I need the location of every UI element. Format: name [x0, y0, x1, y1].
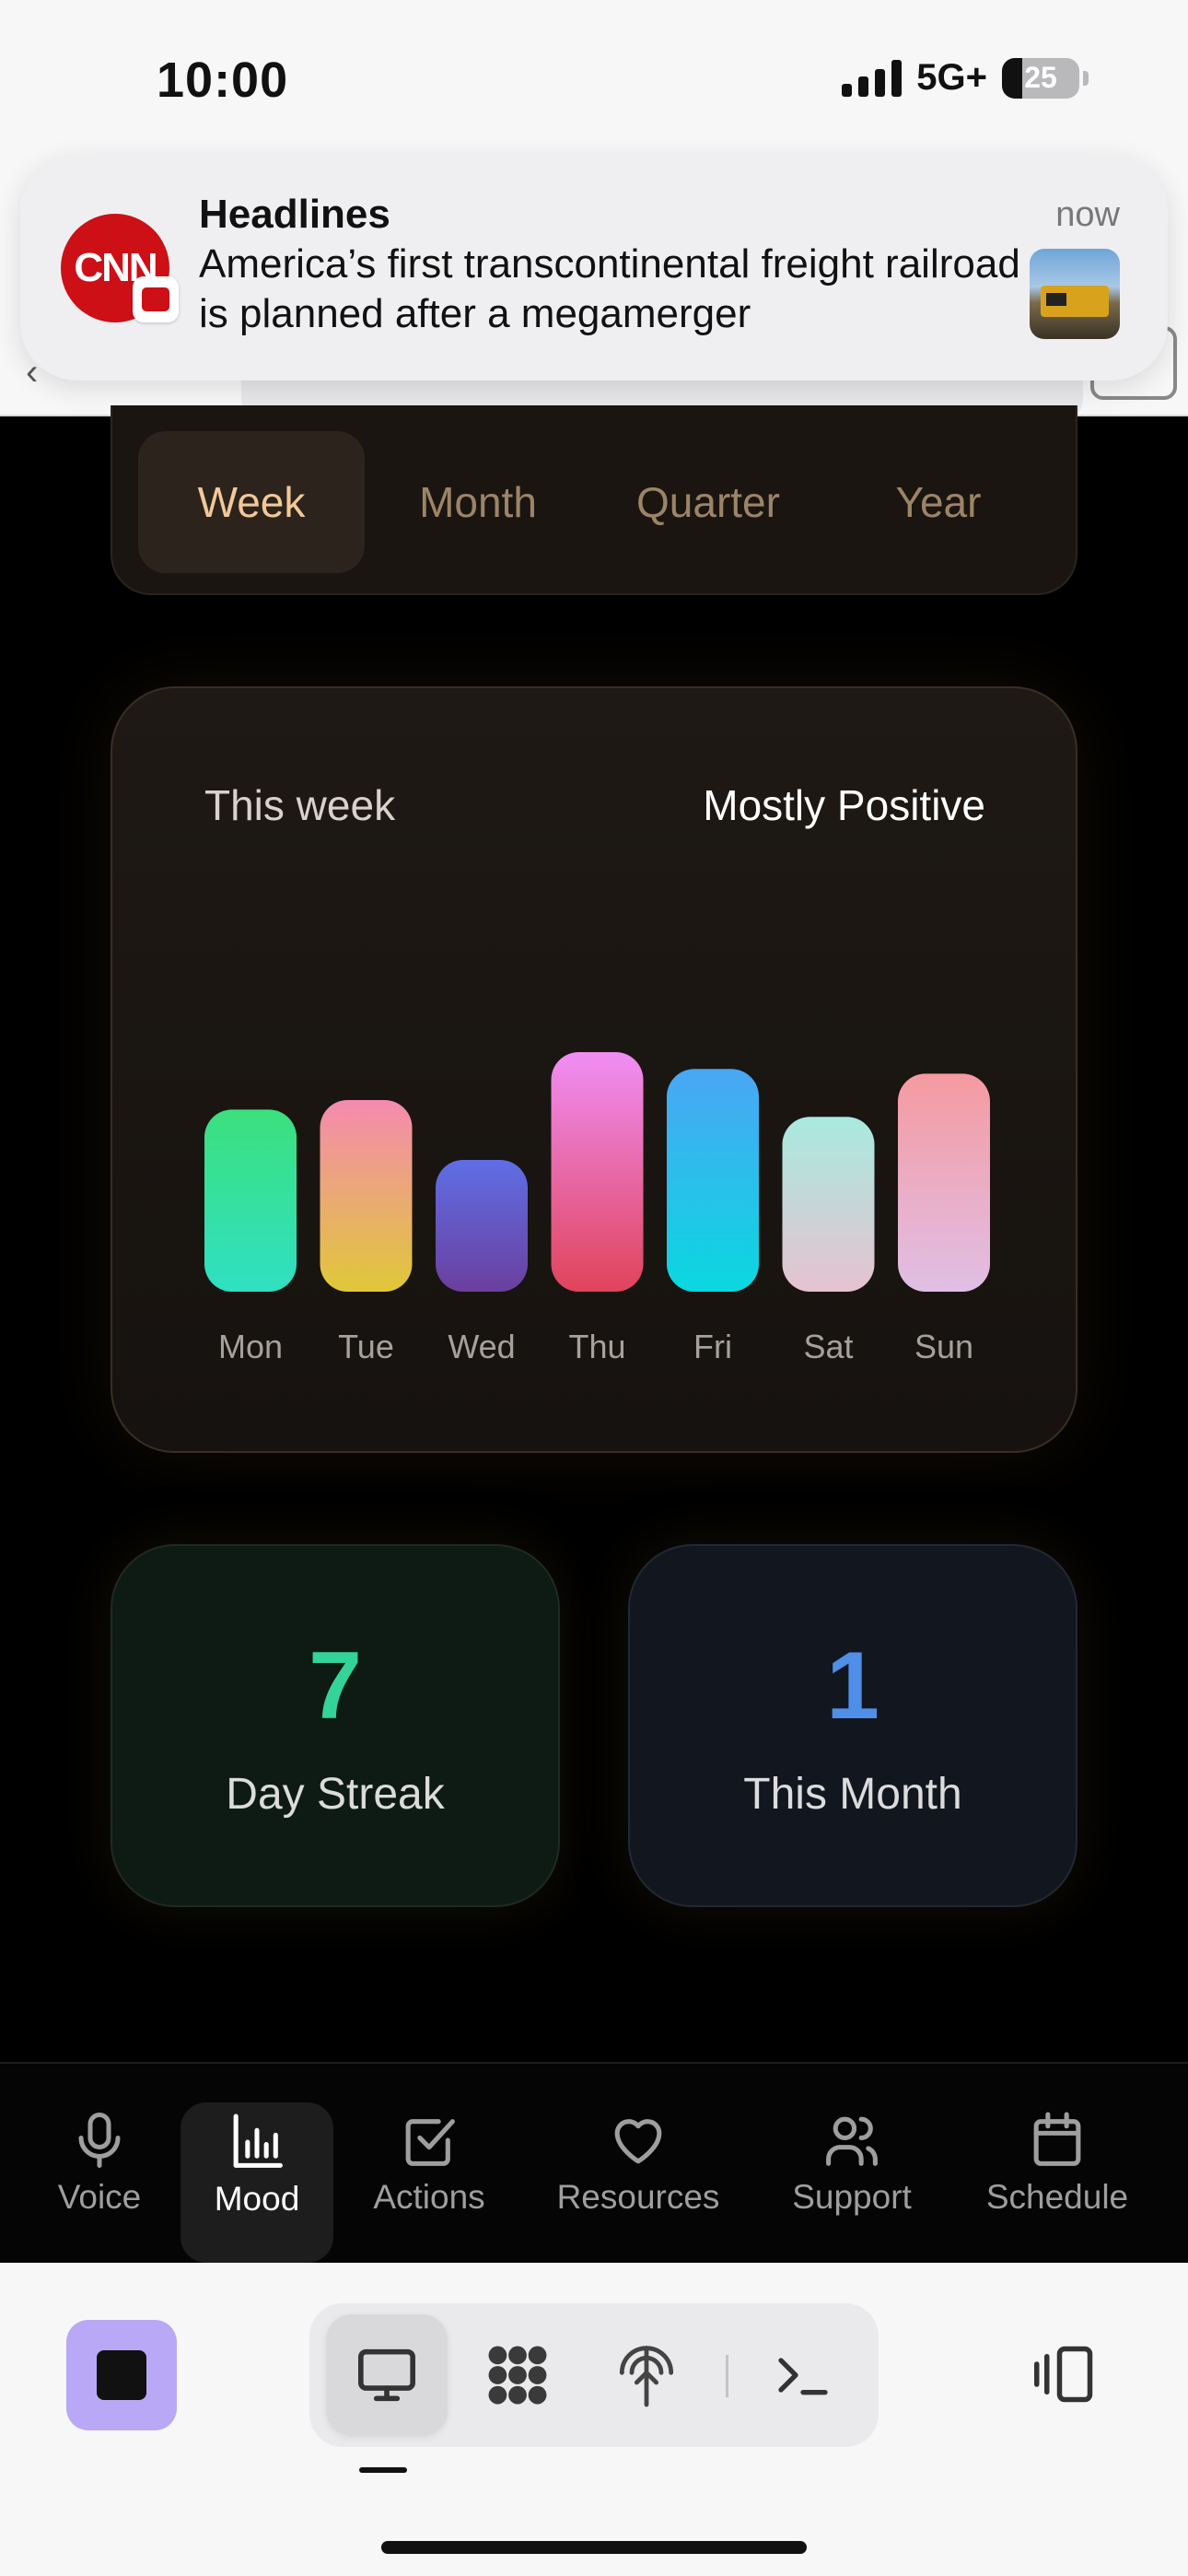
terminal-icon [778, 2358, 828, 2395]
battery-percent: 25 [1024, 61, 1057, 94]
day-label-wed: Wed [448, 1328, 515, 1365]
desktop-button[interactable] [326, 2314, 448, 2436]
battery-icon: 25 [1002, 57, 1079, 99]
tab-year[interactable]: Year [825, 431, 1052, 573]
network-button[interactable] [586, 2314, 707, 2436]
month-count-value: 1 [826, 1633, 879, 1739]
tab-actions[interactable]: Actions [355, 2101, 503, 2257]
mood-bar-sun[interactable] [898, 1073, 990, 1292]
stop-button[interactable] [66, 2320, 177, 2430]
mood-bar-chart: Mon Tue Wed Thu Fri Sat Sun [204, 1052, 990, 1365]
tab-label-mood: Mood [214, 2180, 300, 2218]
mood-bar-wed[interactable] [436, 1160, 528, 1292]
bar-chart-icon [233, 2113, 283, 2168]
cellular-signal-icon [842, 59, 903, 97]
day-label-sat: Sat [803, 1328, 853, 1365]
apps-button[interactable] [457, 2314, 578, 2436]
desktop-icon [358, 2348, 415, 2402]
checkbox-icon [405, 2119, 455, 2166]
stop-icon [97, 2350, 146, 2400]
users-icon [826, 2116, 878, 2166]
toolbar-divider [726, 2355, 728, 2397]
mood-bar-thu[interactable] [551, 1052, 644, 1292]
day-label-tue: Tue [338, 1328, 394, 1365]
battery-cap [1083, 70, 1089, 86]
sidebar-toggle-button[interactable] [1031, 2344, 1098, 2409]
mood-bar-fri[interactable] [667, 1069, 759, 1292]
streak-label: Day Streak [226, 1770, 445, 1819]
tab-label-schedule: Schedule [985, 2178, 1129, 2216]
streak-value: 7 [309, 1633, 362, 1739]
period-selector: Week Month Quarter Year [111, 405, 1077, 595]
active-tool-indicator [359, 2467, 407, 2473]
microphone-icon [78, 2113, 121, 2168]
day-label-sun: Sun [914, 1328, 973, 1365]
tab-label-actions: Actions [373, 2178, 485, 2216]
browser-bottom-toolbar [0, 2263, 1188, 2576]
tab-support[interactable]: Support [774, 2101, 930, 2257]
tab-week[interactable]: Week [138, 431, 365, 573]
mood-bar-sat[interactable] [782, 1117, 875, 1292]
mood-bar-tue[interactable] [320, 1100, 413, 1292]
tab-quarter[interactable]: Quarter [595, 431, 821, 573]
network-antenna-icon [619, 2346, 674, 2407]
tab-label-resources: Resources [556, 2178, 720, 2216]
train-photo-thumbnail [1030, 249, 1120, 339]
tab-voice[interactable]: Voice [26, 2101, 173, 2257]
tool-group [309, 2303, 879, 2447]
tab-label-support: Support [792, 2178, 912, 2216]
status-time: 10:00 [157, 53, 289, 108]
tab-label-voice: Voice [57, 2178, 142, 2216]
tab-schedule[interactable]: Schedule [976, 2101, 1138, 2257]
notification-body: America’s first transcontinental freight… [199, 241, 1020, 336]
tab-mood[interactable]: Mood [181, 2102, 333, 2263]
tab-month[interactable]: Month [365, 431, 591, 573]
mood-chart-card: This week Mostly Positive Mon Tue Wed Thu Fr… [111, 686, 1077, 1453]
terminal-button[interactable] [742, 2314, 864, 2436]
app-badge-icon [133, 276, 179, 322]
apps-grid-icon [488, 2346, 547, 2405]
calendar-icon [1033, 2112, 1081, 2166]
push-notification[interactable]: CNN Headlines America’s first transconti… [20, 155, 1168, 381]
streak-card: 7 Day Streak [111, 1544, 560, 1907]
day-label-mon: Mon [218, 1328, 283, 1365]
month-count-card: 1 This Month [628, 1544, 1077, 1907]
app-tab-bar: Voice Mood Actions Resources Support Sch… [0, 2062, 1188, 2263]
heart-icon [614, 2119, 662, 2164]
status-indicators: 5G+ 25 [842, 57, 1089, 99]
month-count-label: This Month [743, 1770, 962, 1819]
notification-time: now [1055, 195, 1120, 234]
sidebar-toggle-icon [1034, 2346, 1093, 2403]
tab-resources[interactable]: Resources [538, 2101, 739, 2257]
network-type: 5G+ [916, 57, 987, 98]
day-label-fri: Fri [693, 1328, 732, 1365]
home-indicator [381, 2541, 807, 2554]
mood-bar-mon[interactable] [204, 1109, 297, 1292]
notification-title: Headlines [199, 192, 390, 237]
day-label-thu: Thu [568, 1328, 625, 1365]
